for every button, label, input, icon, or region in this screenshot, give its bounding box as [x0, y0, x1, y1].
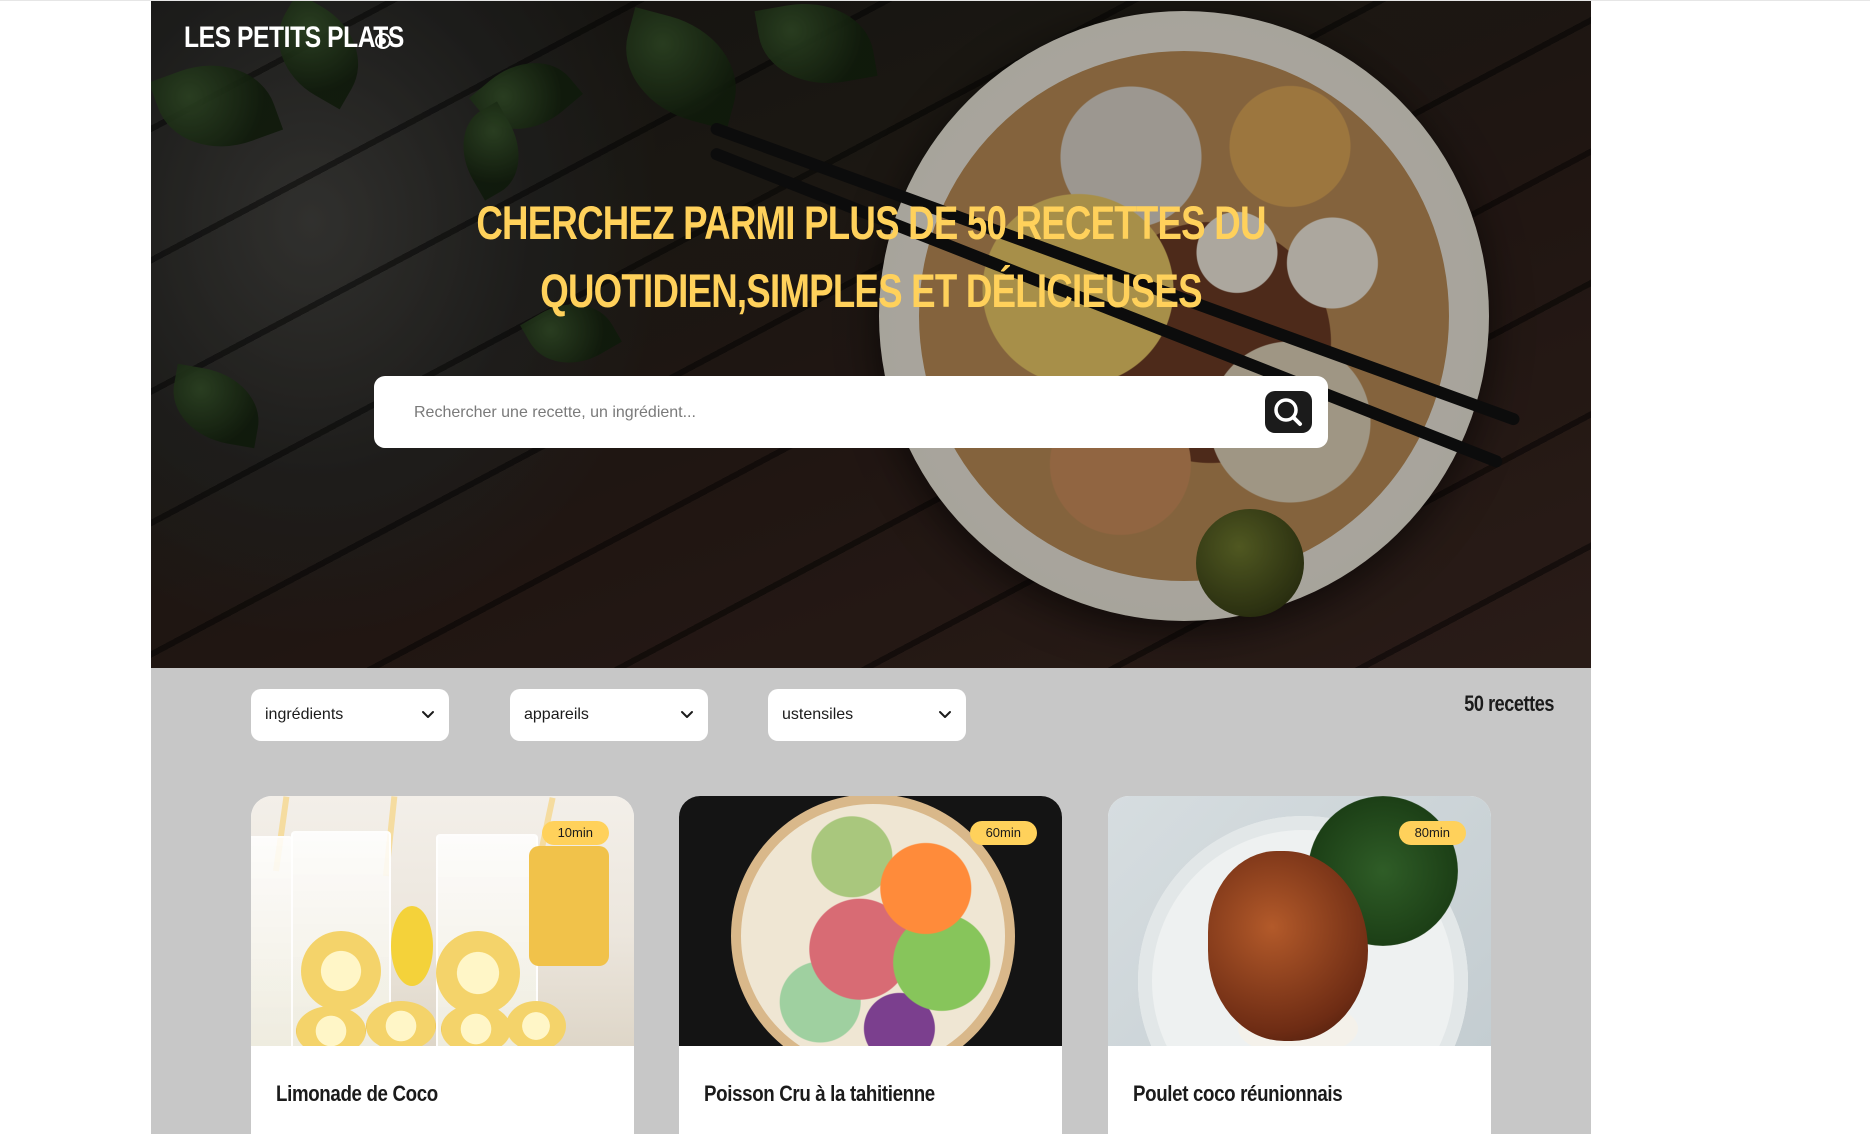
- filter-label: appareils: [524, 706, 589, 723]
- recipe-title: Limonade de Coco: [276, 1081, 438, 1106]
- hero-headline: CHERCHEZ PARMI PLUS DE 50 RECETTES DU QU…: [442, 189, 1300, 325]
- chevron-down-icon: [939, 711, 951, 718]
- flower: [391, 906, 433, 986]
- search-button[interactable]: [1265, 391, 1312, 433]
- search-bar: [374, 376, 1328, 450]
- lemon-slice: [441, 1004, 511, 1046]
- lemon-slice: [436, 931, 520, 1015]
- lemon-slice: [366, 1001, 436, 1046]
- logo-dot-icon: [375, 33, 391, 49]
- filter-ustensiles-dropdown[interactable]: ustensiles: [768, 689, 966, 741]
- hero-overlay: [151, 1, 1591, 668]
- pot: [529, 846, 609, 966]
- page: LES PETITS PLATS CHERCHEZ PARMI PLUS DE …: [151, 1, 1591, 1134]
- time-badge: 10min: [541, 821, 609, 845]
- recipe-card[interactable]: 10min Limonade de Coco: [251, 796, 634, 1134]
- chevron-down-icon: [422, 711, 434, 718]
- recipe-title: Poulet coco réunionnais: [1133, 1081, 1343, 1106]
- hero-headline-line: QUOTIDIEN,SIMPLES ET DÉLICIEUSES: [540, 264, 1202, 317]
- lemon-slice: [301, 931, 381, 1011]
- site-logo[interactable]: LES PETITS PLATS: [184, 21, 404, 55]
- recipe-card[interactable]: 80min Poulet coco réunionnais: [1108, 796, 1491, 1134]
- filter-ingredients-dropdown[interactable]: ingrédients: [251, 689, 449, 741]
- filter-label: ingrédients: [265, 706, 344, 723]
- recipe-card[interactable]: 60min Poisson Cru à la tahitienne: [679, 796, 1062, 1134]
- search-input[interactable]: [412, 376, 1236, 450]
- search-icon: [1274, 398, 1302, 426]
- chevron-down-icon: [681, 711, 693, 718]
- lemon-slice: [506, 1001, 566, 1046]
- time-badge: 60min: [969, 821, 1037, 845]
- filter-label: ustensiles: [782, 706, 854, 723]
- hero-banner: LES PETITS PLATS CHERCHEZ PARMI PLUS DE …: [151, 1, 1591, 668]
- poke-bowl-content: [741, 804, 1005, 1046]
- filter-appareils-dropdown[interactable]: appareils: [510, 689, 708, 741]
- glass: [251, 836, 293, 1046]
- time-badge: 80min: [1398, 821, 1466, 845]
- recipe-title: Poisson Cru à la tahitienne: [704, 1081, 935, 1106]
- hero-headline-line: CHERCHEZ PARMI PLUS DE 50 RECETTES DU: [476, 196, 1266, 249]
- recipe-count: 50 recettes: [1464, 691, 1554, 716]
